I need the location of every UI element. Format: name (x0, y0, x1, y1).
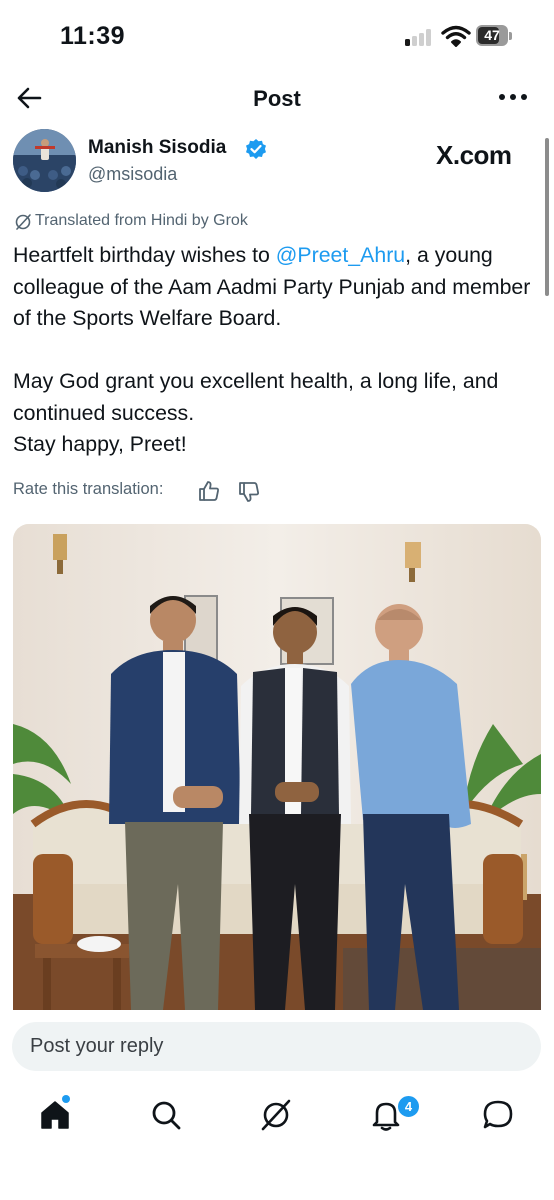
cellular-signal-icon (405, 28, 435, 46)
status-time: 11:39 (60, 22, 126, 50)
battery-icon: 47 (476, 25, 512, 47)
author-name[interactable]: Manish Sisodia (88, 137, 226, 159)
battery-level: 47 (484, 27, 500, 43)
translation-notice: Translated from Hindi by Grok (35, 212, 248, 229)
thumbs-up-icon[interactable] (198, 480, 220, 502)
home-notification-dot (62, 1095, 70, 1103)
avatar[interactable] (13, 129, 76, 192)
page-title: Post (253, 86, 301, 111)
reply-placeholder: Post your reply (30, 1035, 164, 1057)
post-paragraph-2: May God grant you excellent health, a lo… (13, 369, 499, 425)
x-com-logo: X.com (436, 140, 512, 170)
post-photo[interactable] (13, 524, 541, 1010)
notifications-badge: 4 (396, 1094, 421, 1119)
messages-icon[interactable] (481, 1098, 515, 1132)
thumbs-down-icon[interactable] (238, 481, 260, 503)
grok-icon (15, 214, 31, 230)
mention-link[interactable]: @Preet_Ahru (276, 243, 405, 267)
author-handle[interactable]: @msisodia (88, 164, 177, 185)
post-paragraph-3: Stay happy, Preet! (13, 432, 187, 456)
grok-nav-icon[interactable] (259, 1098, 293, 1132)
search-icon[interactable] (149, 1098, 183, 1132)
verified-badge-icon (246, 139, 266, 159)
rate-translation-label: Rate this translation: (13, 480, 164, 498)
post-text-intro: Heartfelt birthday wishes to (13, 243, 276, 267)
more-options-icon[interactable] (498, 92, 528, 102)
home-icon[interactable] (38, 1098, 72, 1132)
wifi-icon (441, 25, 471, 47)
scrollbar[interactable] (545, 138, 549, 296)
post-text: Heartfelt birthday wishes to @Preet_Ahru… (13, 240, 538, 461)
